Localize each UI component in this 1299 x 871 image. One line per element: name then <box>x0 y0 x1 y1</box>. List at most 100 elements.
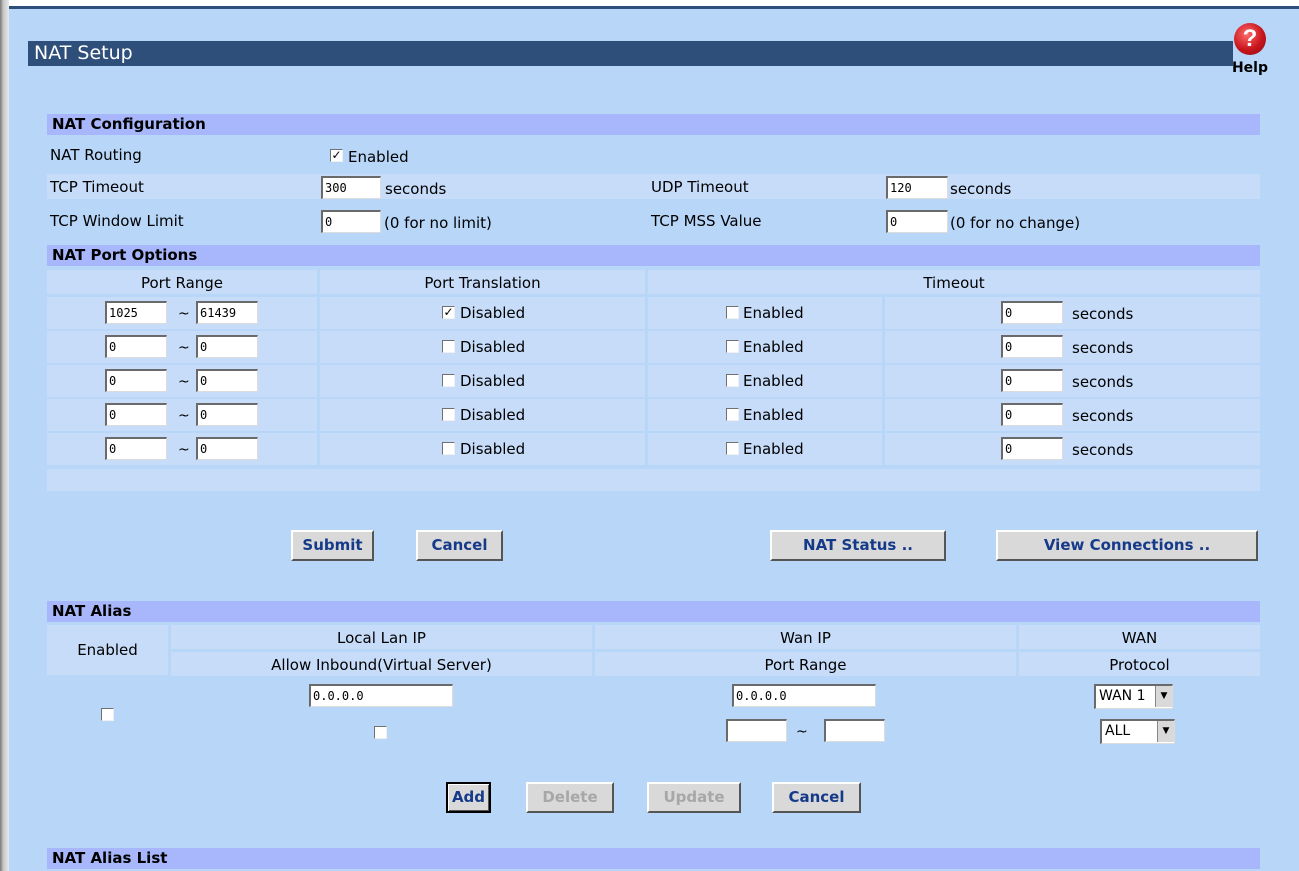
timeout-enabled-label: Enabled <box>743 304 804 322</box>
timeout-enabled-label: Enabled <box>743 440 804 458</box>
timeout-seconds-unit: seconds <box>1072 305 1134 323</box>
allow-inbound-checkbox[interactable] <box>374 726 387 739</box>
port-range-start-input[interactable]: 0 <box>105 403 167 426</box>
alias-port-range-separator: ~ <box>796 724 808 740</box>
port-range-separator: ~ <box>178 374 190 390</box>
timeout-header: Timeout <box>923 274 985 292</box>
nat-routing-checkbox[interactable]: ✓ <box>330 149 343 162</box>
port-translation-header: Port Translation <box>424 274 541 292</box>
port-range-start-input[interactable]: 0 <box>105 369 167 392</box>
help-label[interactable]: Help <box>1225 60 1275 76</box>
wan-ip-input[interactable]: 0.0.0.0 <box>732 684 876 707</box>
tcp-window-limit-hint: (0 for no limit) <box>384 214 492 232</box>
port-range-end-input[interactable]: 0 <box>196 437 258 460</box>
udp-timeout-input[interactable]: 120 <box>886 176 948 199</box>
timeout-enabled-checkbox[interactable] <box>726 306 739 319</box>
help-icon[interactable]: ? <box>1234 23 1266 55</box>
port-range-end-input[interactable]: 0 <box>196 369 258 392</box>
timeout-seconds-unit: seconds <box>1072 373 1134 391</box>
udp-timeout-unit: seconds <box>950 180 1012 198</box>
timeout-enabled-label: Enabled <box>743 372 804 390</box>
timeout-seconds-unit: seconds <box>1072 441 1134 459</box>
tcp-timeout-input[interactable]: 300 <box>321 176 381 199</box>
port-range-start-input[interactable]: 0 <box>105 437 167 460</box>
timeout-seconds-input[interactable]: 0 <box>1001 335 1063 358</box>
port-translation-label: Disabled <box>460 338 526 356</box>
timeout-seconds-unit: seconds <box>1072 407 1134 425</box>
window-frame-left <box>0 0 9 871</box>
protocol-select-value: ALL <box>1105 723 1131 739</box>
port-translation-label: Disabled <box>460 406 526 424</box>
port-options-footer-band <box>47 469 1260 491</box>
checkmark-icon: ✓ <box>331 148 342 162</box>
port-translation-checkbox[interactable] <box>442 340 455 353</box>
port-translation-checkbox[interactable] <box>442 374 455 387</box>
port-translation-label: Disabled <box>460 440 526 458</box>
tcp-timeout-label: TCP Timeout <box>50 178 144 196</box>
window-frame-top <box>9 0 1299 9</box>
tcp-mss-label: TCP MSS Value <box>651 212 762 230</box>
alias-enabled-header: Enabled <box>77 641 138 659</box>
wan-select[interactable]: WAN 1 ▼ <box>1094 684 1173 709</box>
alias-port-end-input[interactable] <box>824 719 885 742</box>
port-range-separator: ~ <box>178 306 190 322</box>
update-button[interactable]: Update <box>647 782 741 813</box>
checkmark-icon: ✓ <box>443 305 454 319</box>
timeout-enabled-checkbox[interactable] <box>726 408 739 421</box>
timeout-enabled-checkbox[interactable] <box>726 374 739 387</box>
timeout-seconds-input[interactable]: 0 <box>1001 369 1063 392</box>
alias-cancel-button[interactable]: Cancel <box>772 782 861 813</box>
port-range-separator: ~ <box>178 408 190 424</box>
protocol-header: Protocol <box>1109 656 1170 674</box>
port-range-separator: ~ <box>178 340 190 356</box>
nat-alias-list-heading: NAT Alias List <box>47 848 1260 869</box>
nat-port-options-heading: NAT Port Options <box>47 245 1260 266</box>
port-range-separator: ~ <box>178 442 190 458</box>
protocol-select[interactable]: ALL ▼ <box>1100 719 1175 744</box>
chevron-down-icon[interactable]: ▼ <box>1155 686 1172 707</box>
timeout-seconds-input[interactable]: 0 <box>1001 301 1063 324</box>
alias-enabled-checkbox[interactable] <box>101 708 114 721</box>
timeout-enabled-checkbox[interactable] <box>726 442 739 455</box>
timeout-enabled-label: Enabled <box>743 338 804 356</box>
port-translation-label: Disabled <box>460 304 526 322</box>
port-range-end-input[interactable]: 0 <box>196 335 258 358</box>
nat-configuration-heading: NAT Configuration <box>47 114 1260 135</box>
port-translation-label: Disabled <box>460 372 526 390</box>
udp-timeout-label: UDP Timeout <box>651 178 749 196</box>
submit-button[interactable]: Submit <box>291 530 374 561</box>
timeout-enabled-checkbox[interactable] <box>726 340 739 353</box>
tcp-mss-hint: (0 for no change) <box>950 214 1081 232</box>
port-range-end-input[interactable]: 61439 <box>196 301 258 324</box>
wan-select-value: WAN 1 <box>1099 688 1146 704</box>
nat-routing-label: NAT Routing <box>50 146 142 164</box>
nat-alias-heading: NAT Alias <box>47 601 1260 622</box>
add-button[interactable]: Add <box>446 782 491 813</box>
tcp-window-limit-input[interactable]: 0 <box>321 210 381 233</box>
port-range-end-input[interactable]: 0 <box>196 403 258 426</box>
port-range-start-input[interactable]: 0 <box>105 335 167 358</box>
allow-inbound-header: Allow Inbound(Virtual Server) <box>271 656 492 674</box>
nat-status-button[interactable]: NAT Status .. <box>770 530 946 561</box>
tcp-mss-input[interactable]: 0 <box>886 210 948 233</box>
local-lan-ip-input[interactable]: 0.0.0.0 <box>309 684 453 707</box>
timeout-seconds-unit: seconds <box>1072 339 1134 357</box>
wan-ip-header: Wan IP <box>780 629 831 647</box>
port-range-start-input[interactable]: 1025 <box>105 301 167 324</box>
timeout-seconds-input[interactable]: 0 <box>1001 437 1063 460</box>
delete-button[interactable]: Delete <box>526 782 614 813</box>
wan-header: WAN <box>1121 629 1158 647</box>
port-translation-checkbox[interactable] <box>442 408 455 421</box>
cancel-button[interactable]: Cancel <box>416 530 503 561</box>
chevron-down-icon[interactable]: ▼ <box>1157 721 1174 742</box>
help-button[interactable]: ? Help <box>1225 16 1275 88</box>
port-translation-checkbox[interactable]: ✓ <box>442 306 455 319</box>
port-translation-checkbox[interactable] <box>442 442 455 455</box>
local-lan-ip-header: Local Lan IP <box>337 629 426 647</box>
timeout-seconds-input[interactable]: 0 <box>1001 403 1063 426</box>
timeout-enabled-label: Enabled <box>743 406 804 424</box>
alias-port-start-input[interactable] <box>726 719 787 742</box>
view-connections-button[interactable]: View Connections .. <box>996 530 1258 561</box>
nat-routing-enabled-label: Enabled <box>348 148 409 166</box>
alias-port-range-header: Port Range <box>764 656 847 674</box>
